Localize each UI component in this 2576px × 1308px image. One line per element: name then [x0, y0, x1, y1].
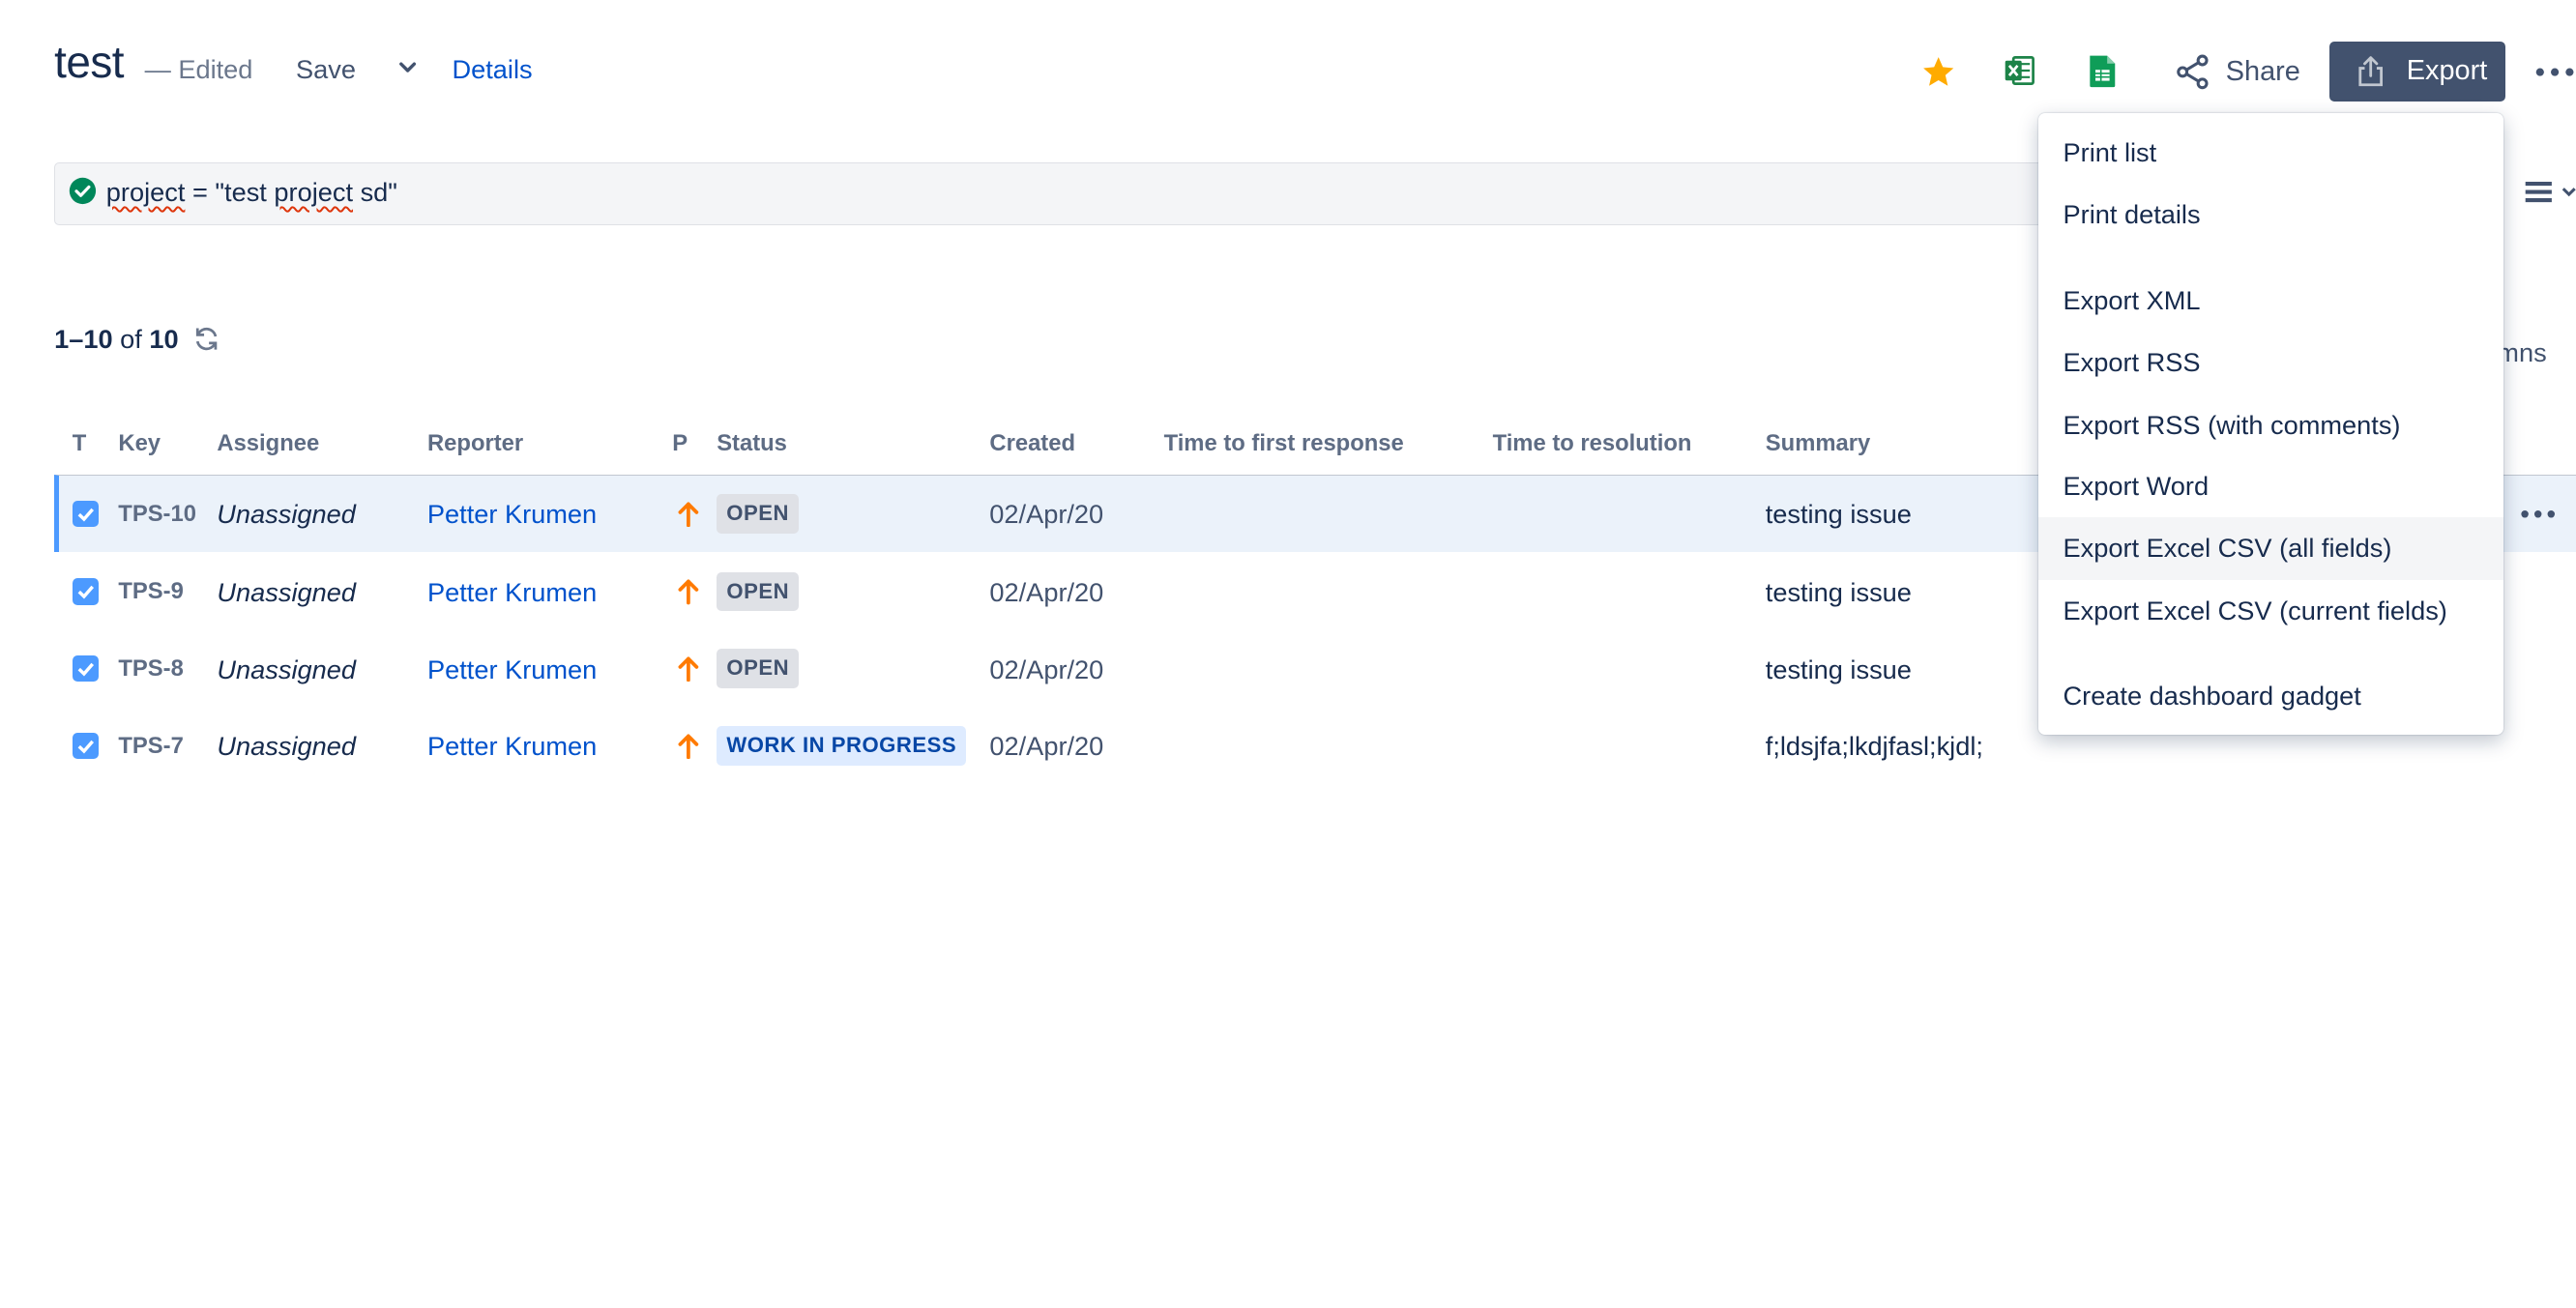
- jql-query-text: project = "test project sd": [106, 177, 397, 208]
- query-token: project: [274, 176, 354, 207]
- status-badge: WORK IN PROGRESS: [717, 726, 967, 767]
- issue-assignee: Unassigned: [217, 654, 356, 684]
- issue-assignee: Unassigned: [217, 731, 356, 762]
- issue-created: 02/Apr/20: [989, 499, 1104, 530]
- issue-summary[interactable]: testing issue: [1766, 499, 1912, 530]
- col-header-reporter[interactable]: Reporter: [427, 430, 523, 457]
- menu-item-export-rss[interactable]: Export RSS: [2038, 332, 2503, 394]
- query-token: = "test: [185, 176, 275, 207]
- issue-reporter[interactable]: Petter Krumen: [427, 499, 597, 530]
- col-header-created[interactable]: Created: [989, 430, 1075, 457]
- google-sheets-icon[interactable]: [2088, 54, 2118, 89]
- menu-item-print-details[interactable]: Print details: [2038, 184, 2503, 247]
- arrow-up-icon: [678, 502, 699, 527]
- more-icon[interactable]: [2520, 508, 2556, 521]
- query-token: project: [105, 176, 186, 207]
- col-header-key[interactable]: Key: [118, 430, 161, 457]
- menu-item-export-word[interactable]: Export Word: [2038, 455, 2503, 518]
- issue-reporter[interactable]: Petter Krumen: [427, 577, 597, 608]
- edited-indicator: — Edited: [144, 54, 253, 85]
- issue-reporter[interactable]: Petter Krumen: [427, 654, 597, 685]
- issue-created: 02/Apr/20: [989, 576, 1104, 607]
- check-circle-icon: [69, 177, 96, 204]
- issue-summary[interactable]: f;ldsjfa;lkdjfasl;kjdl;: [1766, 731, 1983, 762]
- columns-button[interactable]: mns: [2497, 337, 2546, 368]
- menu-item-export-rss-comments[interactable]: Export RSS (with comments): [2038, 394, 2503, 457]
- issue-type-icon: [72, 655, 99, 683]
- jql-query-input[interactable]: project = "test project sd": [54, 162, 2126, 225]
- issue-key[interactable]: TPS-9: [118, 578, 183, 605]
- page-of: of: [112, 323, 150, 354]
- col-header-type[interactable]: T: [73, 430, 87, 457]
- arrow-up-icon: [678, 579, 699, 605]
- issue-key[interactable]: TPS-10: [118, 501, 196, 528]
- arrow-up-icon: [678, 734, 699, 760]
- issue-reporter[interactable]: Petter Krumen: [427, 731, 597, 762]
- share-label: Share: [2225, 56, 2300, 88]
- menu-item-create-gadget[interactable]: Create dashboard gadget: [2038, 665, 2503, 728]
- issue-created: 02/Apr/20: [989, 654, 1104, 684]
- col-header-status[interactable]: Status: [717, 430, 787, 457]
- issue-summary[interactable]: testing issue: [1766, 654, 1912, 685]
- col-header-time-to-first-response[interactable]: Time to first response: [1164, 430, 1404, 457]
- menu-item-print-list[interactable]: Print list: [2038, 122, 2503, 185]
- issue-assignee: Unassigned: [217, 576, 356, 607]
- issue-navigator: test — Edited Save Details Share Export: [0, 0, 2576, 770]
- issue-type-icon: [72, 578, 99, 605]
- col-header-assignee[interactable]: Assignee: [217, 430, 319, 457]
- menu-item-export-excel-all[interactable]: Export Excel CSV (all fields): [2038, 517, 2504, 581]
- col-header-summary[interactable]: Summary: [1766, 430, 1870, 457]
- issue-type-icon: [72, 500, 99, 527]
- issue-type-icon: [72, 733, 99, 760]
- status-badge: OPEN: [717, 571, 800, 612]
- menu-item-export-xml[interactable]: Export XML: [2038, 270, 2503, 333]
- details-link[interactable]: Details: [453, 54, 533, 85]
- export-menu: Print list Print details Export XML Expo…: [2038, 113, 2504, 735]
- share-icon: [2177, 54, 2209, 90]
- refresh-icon[interactable]: [193, 326, 220, 352]
- issue-summary[interactable]: testing issue: [1766, 577, 1912, 608]
- issue-created: 02/Apr/20: [989, 731, 1104, 762]
- arrow-up-icon: [678, 656, 699, 683]
- issue-key[interactable]: TPS-7: [118, 733, 183, 760]
- col-header-time-to-resolution[interactable]: Time to resolution: [1493, 430, 1692, 457]
- issue-assignee: Unassigned: [217, 499, 356, 530]
- menu-item-export-excel-current[interactable]: Export Excel CSV (current fields): [2038, 580, 2503, 643]
- list-view-icon[interactable]: [2524, 179, 2576, 205]
- share-button[interactable]: Share: [2173, 51, 2300, 94]
- issue-key[interactable]: TPS-8: [118, 655, 183, 683]
- page-total: 10: [149, 323, 179, 354]
- page-range: 1–10: [54, 323, 113, 354]
- status-badge: OPEN: [717, 493, 800, 534]
- chevron-down-icon[interactable]: [395, 54, 421, 80]
- export-icon: [2358, 56, 2383, 87]
- status-badge: OPEN: [717, 649, 800, 689]
- query-token: sd": [353, 176, 397, 207]
- star-icon[interactable]: [1920, 54, 1956, 90]
- filter-title: test: [54, 37, 125, 88]
- excel-icon[interactable]: [2004, 54, 2036, 87]
- pagination-summary: 1–10 of 10: [54, 324, 220, 355]
- export-label: Export: [2406, 55, 2488, 87]
- save-button[interactable]: Save: [296, 54, 356, 85]
- col-header-priority[interactable]: P: [672, 430, 688, 457]
- more-icon[interactable]: [2533, 59, 2576, 85]
- export-button[interactable]: Export: [2328, 41, 2505, 102]
